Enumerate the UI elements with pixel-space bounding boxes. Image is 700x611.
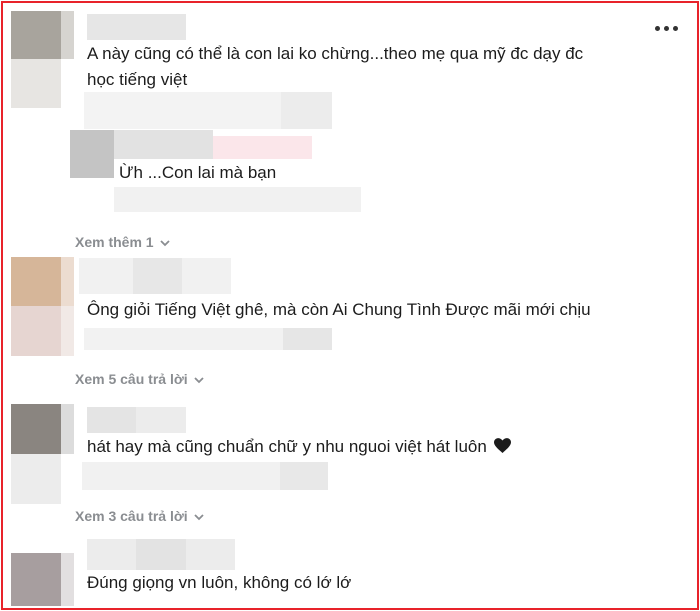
avatar[interactable]: [11, 404, 61, 454]
avatar-blur: [11, 306, 61, 356]
avatar-blur: [114, 130, 213, 159]
avatar[interactable]: [70, 130, 114, 178]
comment-text: Đúng giọng vn luôn, không có lớ lớ: [87, 573, 352, 592]
comment-text: học tiếng việt: [87, 70, 188, 89]
avatar[interactable]: [11, 553, 61, 606]
show-more-label: Xem thêm 1: [75, 234, 154, 250]
show-more-replies-link[interactable]: Xem thêm 1: [75, 232, 170, 252]
avatar-blur: [11, 59, 61, 108]
avatar-blur: [61, 257, 74, 306]
actions-blur: [281, 92, 332, 129]
avatar-blur: [61, 11, 74, 59]
avatar-blur: [61, 306, 74, 356]
actions-blur: [280, 462, 328, 490]
black-heart-icon: [493, 438, 511, 453]
actions-blur: [283, 328, 332, 350]
comment-text-body: hát hay mà cũng chuẩn chữ y nhu nguoi vi…: [87, 437, 487, 456]
show-more-label: Xem 5 câu trả lời: [75, 371, 188, 387]
comment-text: Ừh ...Con lai mà bạn: [119, 163, 277, 182]
comment-text: A này cũng có thể là con lai ko chừng...…: [87, 44, 584, 63]
chevron-down-icon: [194, 377, 204, 384]
avatar[interactable]: [11, 11, 61, 59]
comment-text: Ông giỏi Tiếng Việt ghê, mà còn Ai Chung…: [87, 300, 591, 319]
comment-text: hát hay mà cũng chuẩn chữ y nhu nguoi vi…: [87, 434, 511, 460]
avatar-blur: [61, 404, 74, 454]
avatar-blur: [11, 454, 61, 504]
actions-blur[interactable]: [114, 187, 361, 212]
username-blur: [133, 258, 182, 294]
avatar-blur: [61, 553, 74, 606]
show-replies-link[interactable]: Xem 3 câu trả lời: [75, 506, 204, 526]
more-options-icon[interactable]: [655, 26, 678, 31]
username-blur: [136, 539, 186, 570]
username-blur: [213, 136, 312, 159]
username-blur[interactable]: [87, 14, 186, 40]
chevron-down-icon: [159, 240, 170, 247]
username-blur: [87, 407, 136, 433]
chevron-down-icon: [194, 514, 204, 521]
show-more-label: Xem 3 câu trả lời: [75, 508, 188, 524]
avatar[interactable]: [11, 257, 61, 306]
show-replies-link[interactable]: Xem 5 câu trả lời: [75, 369, 204, 389]
